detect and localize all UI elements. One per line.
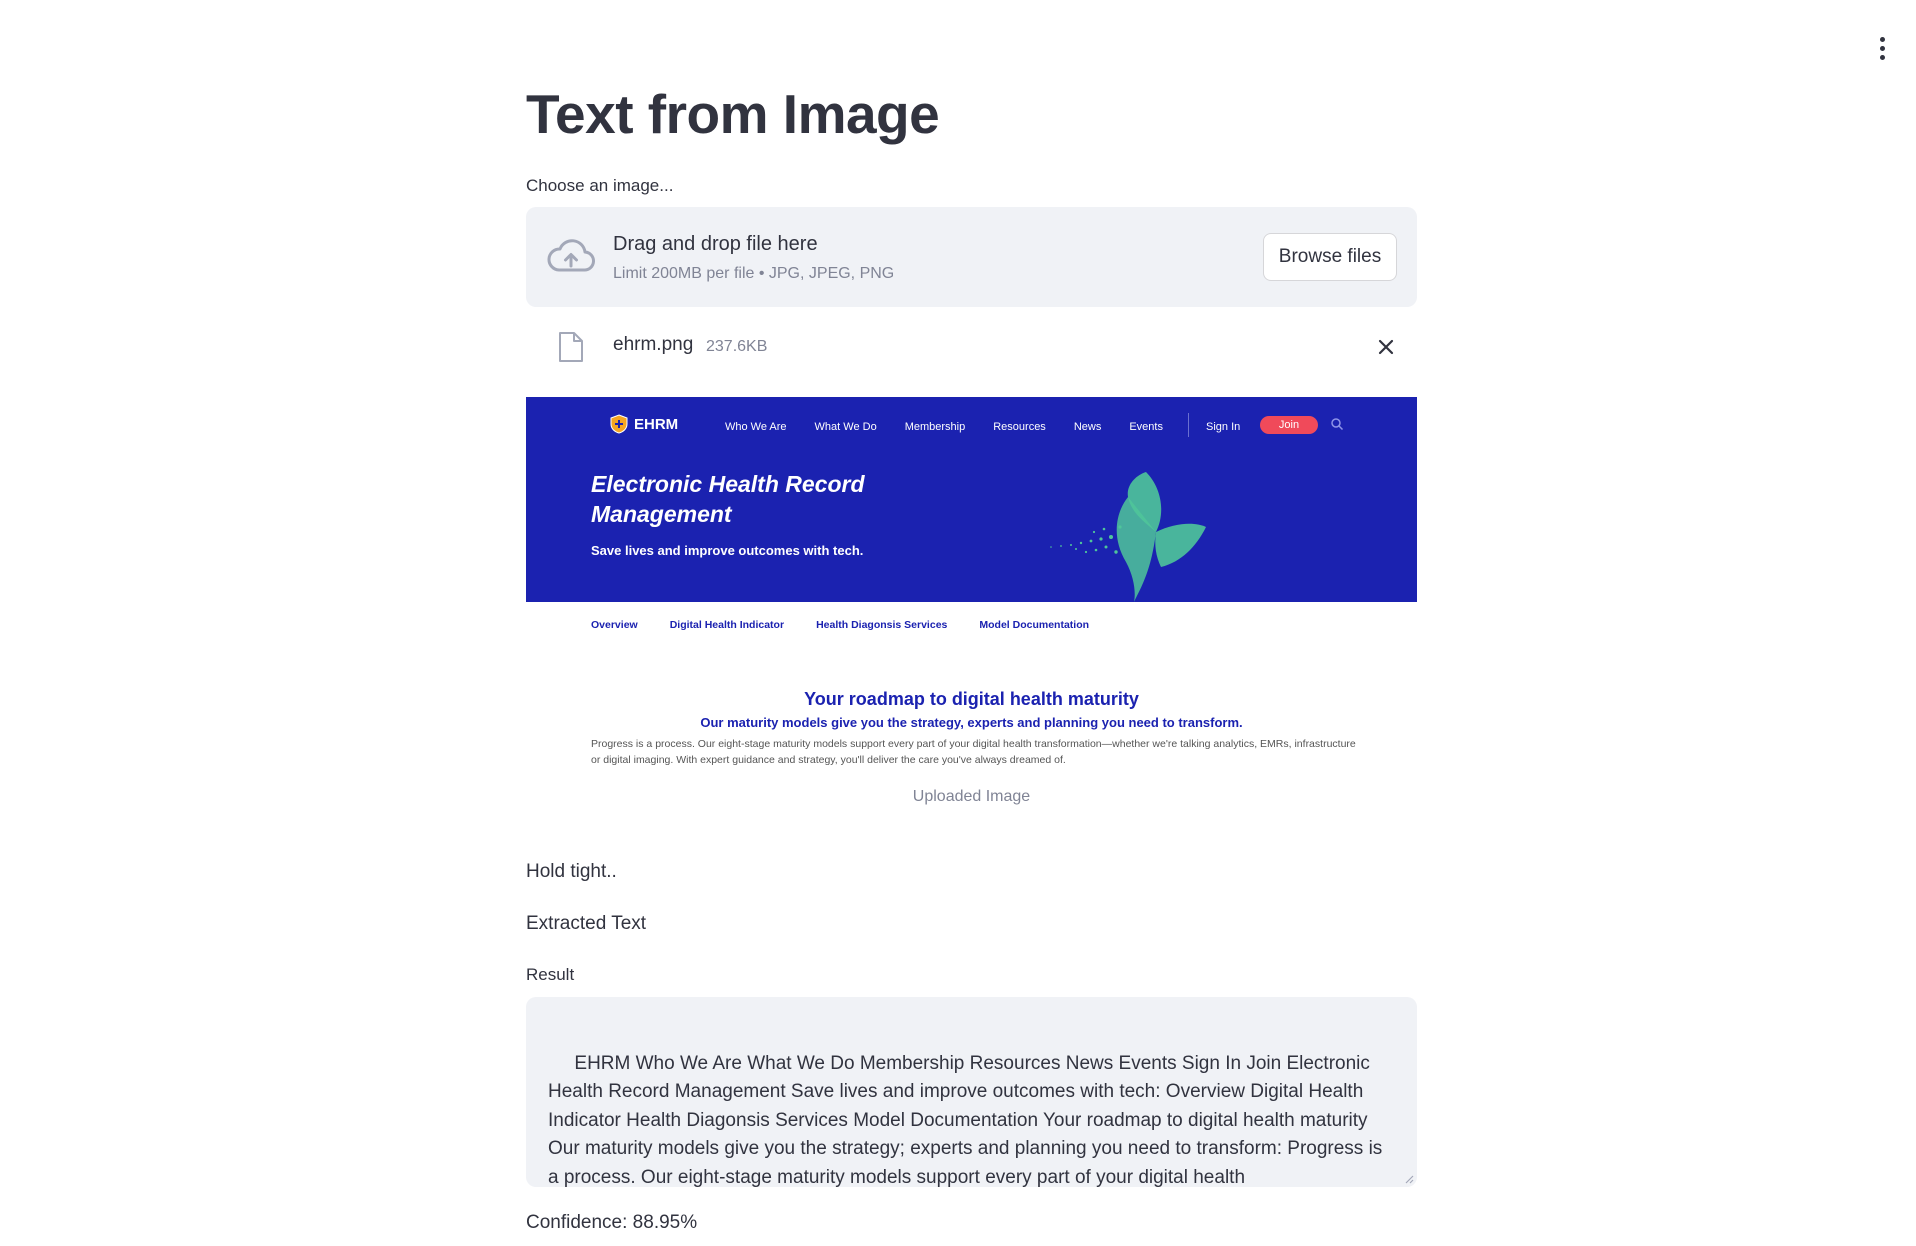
page-title: Text from Image bbox=[526, 83, 940, 145]
main-menu-button[interactable] bbox=[1870, 30, 1894, 66]
preview-subnav-item: Digital Health Indicator bbox=[669, 619, 785, 631]
preview-sign-in: Sign In bbox=[1206, 421, 1241, 433]
preview-subnav: Overview Digital Health Indicator Health… bbox=[591, 619, 1121, 631]
preview-nav-item: Who We Are bbox=[725, 421, 787, 433]
extracted-text-heading: Extracted Text bbox=[526, 913, 647, 934]
dropzone-title: Drag and drop file here bbox=[613, 233, 818, 255]
preview-nav-item: Events bbox=[1129, 421, 1163, 433]
uploaded-file-row: ehrm.png 237.6KB bbox=[526, 318, 1417, 374]
confidence-score: Confidence: 88.95% bbox=[526, 1212, 698, 1233]
file-dropzone[interactable]: Drag and drop file here Limit 200MB per … bbox=[526, 207, 1417, 307]
preview-roadmap-body: Progress is a process. Our eight-stage m… bbox=[591, 738, 1356, 766]
uploader-label: Choose an image... bbox=[526, 176, 674, 195]
preview-hero-subtitle: Save lives and improve outcomes with tec… bbox=[591, 543, 864, 558]
file-icon bbox=[559, 332, 583, 362]
preview-nav-item: News bbox=[1073, 421, 1102, 433]
preview-nav-item: What We Do bbox=[814, 421, 877, 433]
dropzone-limit-text: Limit 200MB per file • JPG, JPEG, PNG bbox=[613, 265, 895, 282]
result-textarea[interactable]: EHRM Who We Are What We Do Membership Re… bbox=[526, 997, 1417, 1187]
preview-subnav-item: Model Documentation bbox=[979, 619, 1090, 631]
preview-nav-item: Membership bbox=[904, 421, 966, 433]
search-icon bbox=[1331, 418, 1344, 431]
kebab-menu-icon bbox=[1879, 36, 1885, 42]
preview-logo-text: EHRM bbox=[634, 415, 679, 433]
preview-hero: EHRM Who We Are What We Do Membership Re… bbox=[526, 397, 1417, 602]
uploaded-image: EHRM Who We Are What We Do Membership Re… bbox=[526, 397, 1417, 777]
preview-nav: Who We Are What We Do Membership Resourc… bbox=[725, 421, 1191, 433]
preview-nav-divider bbox=[1188, 413, 1189, 437]
preview-hero-title: Electronic Health Record Management bbox=[591, 471, 865, 527]
preview-logo: EHRM bbox=[610, 414, 678, 434]
close-icon[interactable] bbox=[1375, 336, 1397, 358]
shield-logo-icon bbox=[610, 414, 628, 434]
preview-join-badge: Join bbox=[1260, 416, 1318, 434]
cloud-upload-icon bbox=[547, 239, 595, 272]
result-label: Result bbox=[526, 965, 575, 984]
status-message: Hold tight.. bbox=[526, 861, 617, 882]
resize-handle-icon[interactable] bbox=[1404, 1174, 1414, 1184]
preview-nav-item: Resources bbox=[993, 421, 1046, 433]
browse-files-button[interactable]: Browse files bbox=[1263, 233, 1397, 281]
image-caption: Uploaded Image bbox=[912, 788, 1031, 805]
butterfly-illustration-icon bbox=[1050, 472, 1206, 602]
result-text: EHRM Who We Are What We Do Membership Re… bbox=[548, 1052, 1383, 1188]
file-size: 237.6KB bbox=[706, 338, 768, 355]
preview-roadmap-title: Your roadmap to digital health maturity bbox=[804, 689, 1139, 709]
file-name: ehrm.png bbox=[613, 334, 694, 355]
preview-subnav-item: Health Diagonsis Services bbox=[816, 619, 948, 631]
preview-roadmap-subtitle: Our maturity models give you the strateg… bbox=[700, 715, 1243, 730]
preview-subnav-item: Overview bbox=[591, 619, 638, 631]
